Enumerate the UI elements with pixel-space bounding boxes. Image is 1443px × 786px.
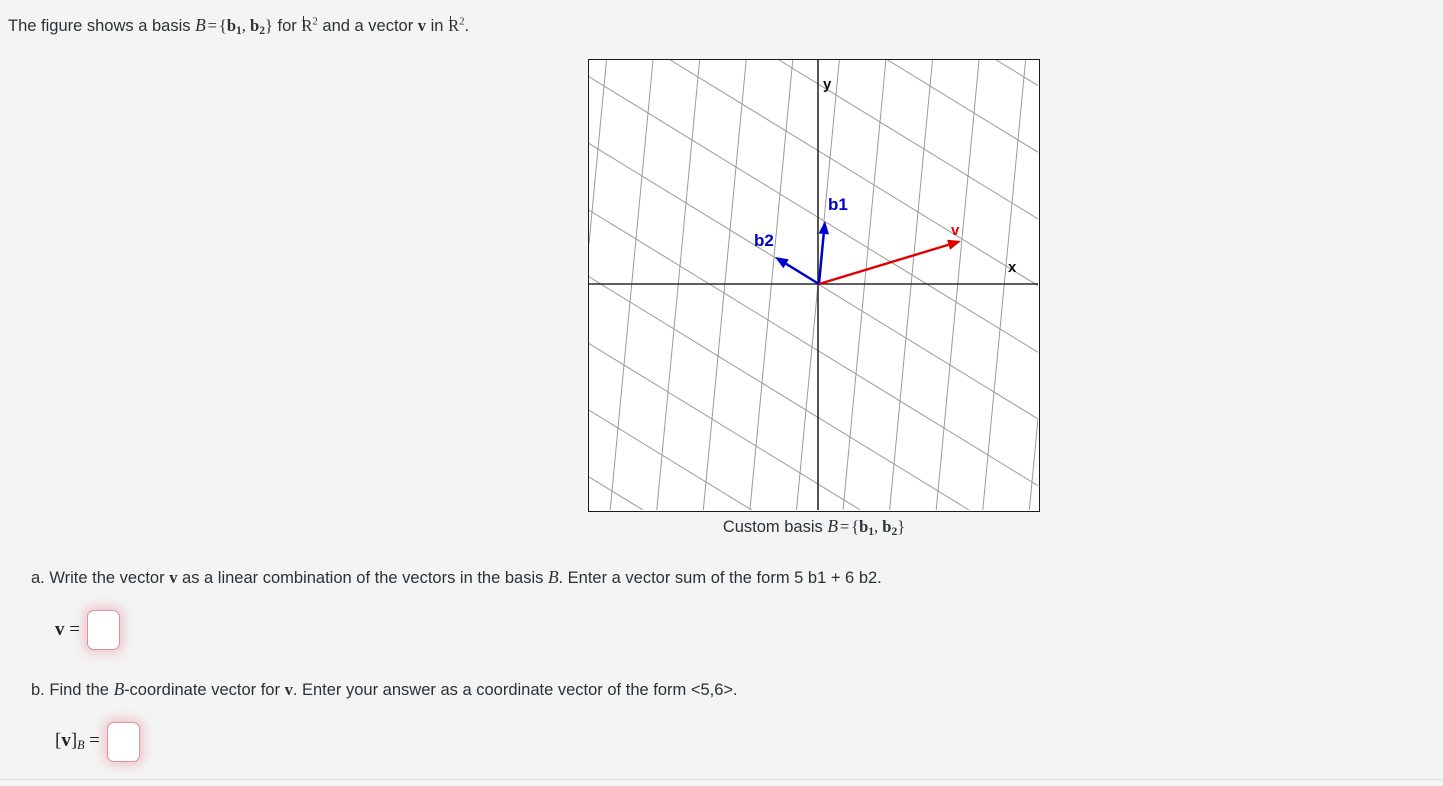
grid-line-parallel-b1: [749, 60, 794, 510]
caption-text: Custom basis: [722, 518, 828, 536]
question-b-text-1: Find the: [49, 681, 114, 699]
intro-period: .: [464, 17, 470, 35]
answer-b-label: [v]B =: [55, 730, 100, 753]
answer-b-v-symbol: v: [61, 730, 71, 752]
vector-b1: b1: [817, 195, 848, 285]
grid-line-parallel-b2: [589, 209, 1038, 487]
grid-line-parallel-b2: [887, 60, 1038, 153]
worksheet-page: The figure shows a basis B = {b1, b2} for …: [0, 0, 1443, 786]
y-axis-label: y: [823, 76, 832, 93]
vector-shaft-b2: [785, 262, 820, 286]
grid-line-parallel-b2: [589, 76, 1038, 353]
answer-a-equals: =: [64, 619, 80, 640]
axis-labels: xy: [823, 76, 1017, 276]
answer-row-b: [v]B =: [55, 722, 140, 762]
vector-arrowhead-v: [947, 239, 961, 250]
intro-text-3: and a vector: [317, 17, 418, 35]
intro-text-4: in: [426, 17, 449, 35]
grid-line-parallel-b1: [842, 60, 887, 510]
cartesian-axes: [589, 60, 1038, 510]
figure-frame: b1 b2 v xy: [588, 59, 1040, 512]
answer-a-label: v =: [55, 619, 80, 641]
answer-row-a: v =: [55, 610, 120, 650]
question-a: a. Write the vector v as a linear combin…: [31, 566, 882, 590]
vector-plot-svg: b1b2v xy: [589, 60, 1038, 510]
grid-line-parallel-b1: [1028, 418, 1038, 510]
comma-separator: ,: [241, 16, 251, 35]
question-b-text-3: . Enter your answer as a coordinate vect…: [292, 681, 738, 699]
question-b-v-symbol: v: [284, 680, 293, 699]
vector-shaft-v: [818, 243, 949, 286]
grid-line-parallel-b1: [889, 60, 933, 510]
question-b-text-2: -coordinate vector for: [124, 681, 285, 699]
answer-input-b[interactable]: [106, 722, 140, 762]
x-axis-label: x: [1008, 259, 1017, 276]
answer-a-v-symbol: v: [55, 619, 65, 640]
answer-b-equals: =: [84, 730, 100, 752]
question-b-basis-symbol: B: [113, 679, 125, 699]
oblique-grid: [589, 60, 1038, 510]
caption-basis-symbol: B: [827, 516, 838, 536]
intro-text-1: The figure shows a basis: [8, 17, 196, 35]
grid-line-parallel-b2: [589, 476, 644, 510]
problem-statement: The figure shows a basis B = {b1, b2} for …: [8, 14, 469, 40]
grid-line-parallel-b2: [670, 60, 1038, 287]
figure-caption: Custom basis B = {b1, b2}: [588, 516, 1040, 538]
grid-line-parallel-b2: [996, 60, 1038, 87]
vector-label-v: v: [951, 222, 960, 239]
close-brace: }: [265, 16, 273, 35]
open-brace: {: [218, 16, 227, 35]
vector-b2: b2: [754, 231, 820, 286]
question-b: b. Find the B-coordinate vector for v. E…: [31, 678, 738, 702]
question-a-basis-symbol: B: [547, 567, 559, 587]
question-b-marker: b.: [31, 681, 50, 699]
grid-line-parallel-b2: [589, 343, 861, 510]
equals-sign: =: [207, 16, 217, 35]
b2-symbol: b: [250, 16, 260, 35]
grid-line-parallel-b1: [935, 60, 980, 510]
answer-input-a[interactable]: [86, 610, 120, 650]
grid-line-parallel-b1: [609, 60, 654, 510]
grid-line-parallel-b2: [589, 276, 970, 510]
caption-b1: b: [859, 517, 869, 536]
real-numbers-symbol-2: R: [448, 15, 460, 35]
basis-vectors: b1 b2 v: [754, 195, 961, 286]
grid-line-parallel-b1: [702, 60, 747, 510]
question-a-text-2: as a linear combination of the vectors i…: [177, 569, 548, 587]
v-symbol: v: [417, 16, 427, 35]
grid-line-parallel-b1: [982, 60, 1027, 510]
grid-line-parallel-b1: [656, 60, 701, 510]
vector-label-b1: b1: [828, 195, 848, 214]
vector-arrowhead-b2: [775, 257, 789, 269]
b1-symbol: b: [226, 16, 236, 35]
question-a-text-1: Write the vector: [49, 569, 170, 587]
intro-text-2: for: [272, 17, 302, 35]
basis-figure: b1 b2 v xy Custom basis B = {b1, b2}: [588, 59, 1040, 538]
vector-shaft-b1: [817, 233, 825, 285]
question-a-text-3: . Enter a vector sum of the form 5 b1 + …: [558, 569, 882, 587]
page-bottom-divider: [0, 779, 1443, 780]
caption-open-brace: {: [851, 517, 860, 536]
basis-symbol: B: [195, 15, 206, 35]
grid-line-parallel-b2: [589, 409, 752, 510]
real-numbers-symbol: R: [301, 15, 313, 35]
question-a-marker: a.: [31, 569, 50, 587]
vector-label-b2: b2: [754, 231, 774, 250]
caption-equals: =: [839, 517, 850, 536]
caption-close-brace: }: [897, 517, 906, 536]
